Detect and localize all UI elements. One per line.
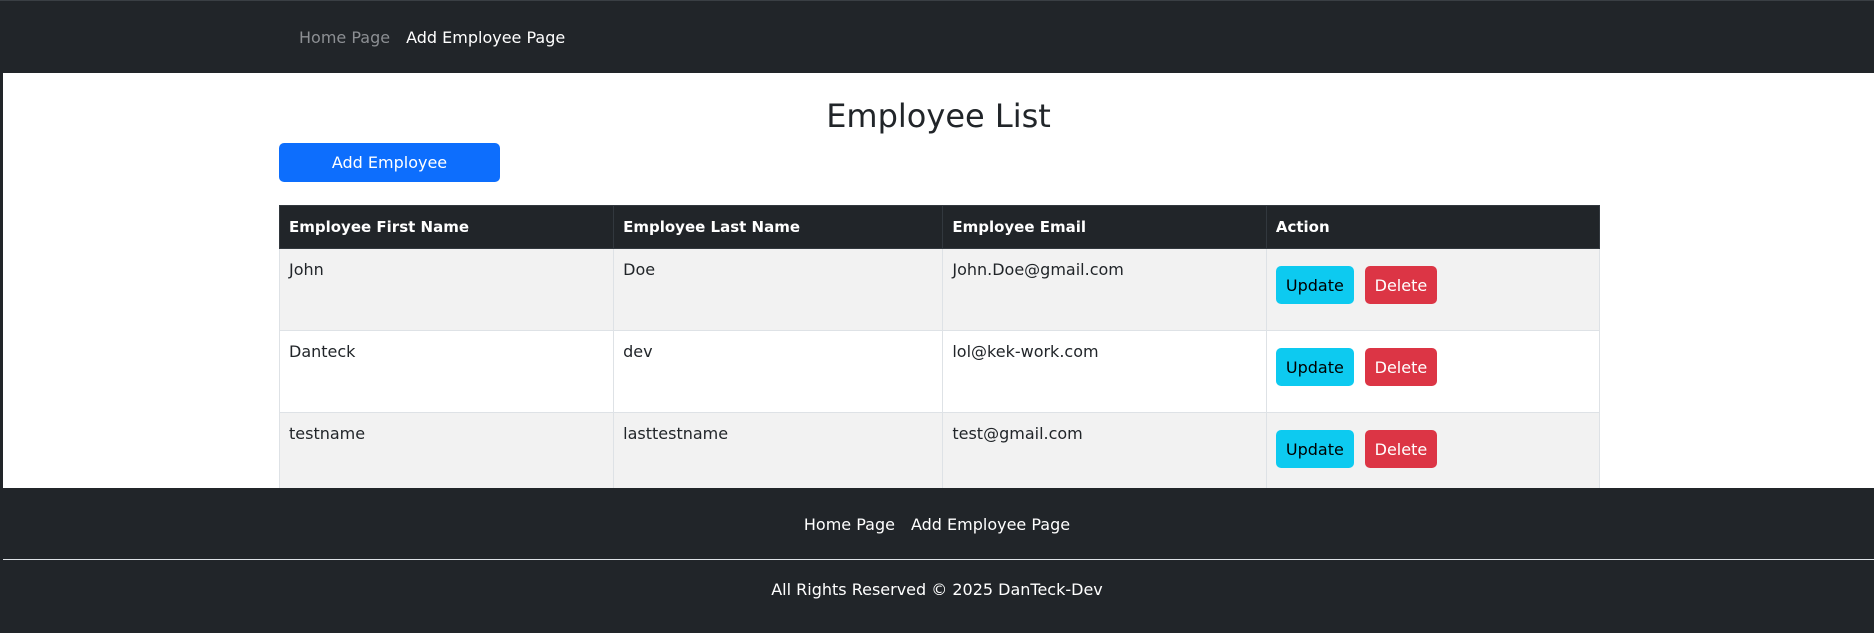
nav-link-add-employee[interactable]: Add Employee Page (406, 28, 565, 47)
navbar-links: Home Page Add Employee Page (299, 28, 565, 47)
add-employee-button[interactable]: Add Employee (279, 143, 500, 182)
footer-links: Home Page Add Employee Page (0, 515, 1874, 534)
app-frame: Home Page Add Employee Page Employee Lis… (0, 0, 1874, 633)
header-action: Action (1265, 205, 1601, 249)
table-row: testname lasttestname test@gmail.com Upd… (278, 412, 1601, 495)
header-email: Employee Email (942, 205, 1267, 249)
table-header-row: Employee First Name Employee Last Name E… (278, 205, 1601, 249)
delete-button[interactable]: Delete (1364, 430, 1437, 468)
main-content: Employee List Add Employee Employee Firs… (3, 73, 1874, 495)
cell-last-name: Doe (613, 248, 944, 331)
cell-last-name: lasttestname (613, 412, 944, 495)
update-button[interactable]: Update (1275, 348, 1354, 386)
footer-link-add-employee[interactable]: Add Employee Page (911, 515, 1070, 534)
cell-email: lol@kek-work.com (942, 330, 1267, 413)
header-first-name: Employee First Name (278, 205, 615, 249)
update-button[interactable]: Update (1275, 266, 1354, 304)
cell-first-name: John (278, 248, 615, 331)
cell-email: test@gmail.com (942, 412, 1267, 495)
top-navbar: Home Page Add Employee Page (0, 0, 1874, 73)
page-title: Employee List (826, 97, 1051, 135)
delete-button[interactable]: Delete (1364, 348, 1437, 386)
footer-link-home[interactable]: Home Page (804, 515, 895, 534)
table-row: John Doe John.Doe@gmail.com Update Delet… (278, 248, 1601, 331)
cell-first-name: testname (278, 412, 615, 495)
update-button[interactable]: Update (1275, 430, 1354, 468)
cell-last-name: dev (613, 330, 944, 413)
nav-link-home[interactable]: Home Page (299, 28, 390, 47)
cell-action: Update Delete (1265, 248, 1601, 331)
cell-action: Update Delete (1265, 412, 1601, 495)
cell-first-name: Danteck (278, 330, 615, 413)
header-last-name: Employee Last Name (613, 205, 944, 249)
table-row: Danteck dev lol@kek-work.com Update Dele… (278, 330, 1601, 413)
cell-email: John.Doe@gmail.com (942, 248, 1267, 331)
cell-action: Update Delete (1265, 330, 1601, 413)
footer: Home Page Add Employee Page All Rights R… (0, 488, 1874, 633)
delete-button[interactable]: Delete (1364, 266, 1437, 304)
employee-table: Employee First Name Employee Last Name E… (278, 205, 1601, 495)
footer-divider (3, 559, 1874, 560)
copyright-text: All Rights Reserved © 2025 DanTeck-Dev (771, 580, 1103, 599)
